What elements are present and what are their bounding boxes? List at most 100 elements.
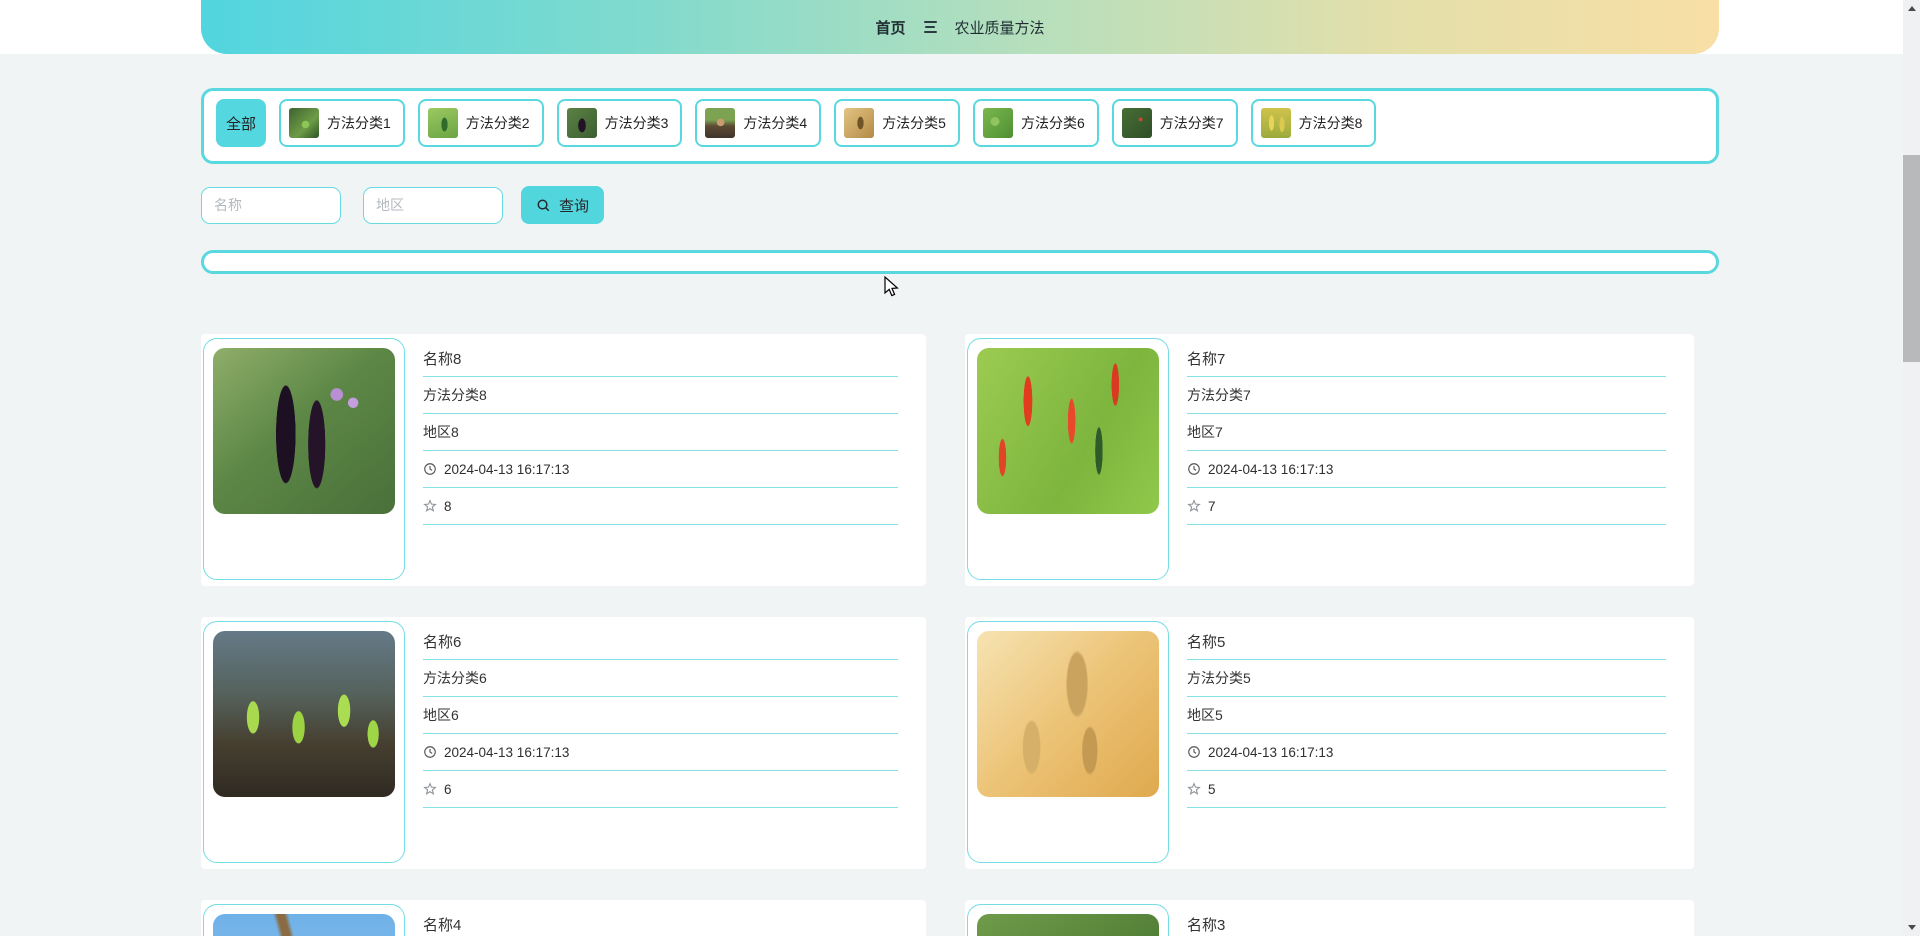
- category-tab-label: 方法分类8: [1298, 115, 1363, 131]
- method-region: 地区8: [423, 424, 459, 440]
- method-stars: 8: [444, 498, 452, 514]
- method-photo: [213, 348, 395, 514]
- method-time: 2024-04-13 16:17:13: [444, 461, 570, 477]
- method-card-info: 名称4 方法分类4 地区4 2024-04-13: [405, 900, 926, 936]
- method-category-row: 方法分类8: [423, 377, 898, 414]
- category-tab-label: 方法分类3: [604, 115, 669, 131]
- category-thumbnail-image: [844, 108, 875, 138]
- clock-icon: [1187, 745, 1201, 759]
- method-card[interactable]: 名称5 方法分类5 地区5 2024-04-13 16:17:13 5: [965, 617, 1694, 869]
- category-thumbnail-image: [1121, 108, 1152, 138]
- category-tab[interactable]: 方法分类8: [1250, 99, 1377, 147]
- method-time-row: 2024-04-13 16:17:13: [1187, 734, 1666, 771]
- page-content: 全部 方法分类1 方法分类2 方法分类3 方法分类4 方法分类5 方法分类6 方…: [201, 88, 1719, 936]
- category-tab-all[interactable]: 全部: [216, 99, 266, 147]
- method-photo: [213, 631, 395, 797]
- category-thumbnail-image: [566, 108, 597, 138]
- method-photo: [977, 348, 1159, 514]
- method-category-row: 方法分类7: [1187, 377, 1666, 414]
- category-tab[interactable]: 方法分类5: [834, 99, 960, 147]
- method-card[interactable]: 名称3 方法分类3 地区3 2024-04-13: [965, 900, 1694, 936]
- category-tab-label: 方法分类6: [1020, 115, 1085, 131]
- method-photo: [977, 631, 1159, 797]
- category-filter-bar: 全部 方法分类1 方法分类2 方法分类3 方法分类4 方法分类5 方法分类6 方…: [201, 88, 1719, 164]
- method-name: 名称5: [1187, 633, 1226, 651]
- method-stars-row: 6: [423, 771, 898, 808]
- category-tab-label: 方法分类5: [882, 115, 946, 131]
- scroll-up-icon[interactable]: [1903, 0, 1920, 17]
- category-tab[interactable]: 方法分类1: [279, 99, 405, 147]
- name-search-input[interactable]: [201, 186, 341, 224]
- method-stars-row: 5: [1187, 771, 1666, 808]
- method-name-row: 名称8: [423, 340, 898, 377]
- method-card-info: 名称8 方法分类8 地区8 2024-04-13 16:17:13 8: [405, 334, 926, 586]
- category-tab-label: 方法分类4: [743, 115, 808, 131]
- collapsed-panel-bar[interactable]: [201, 250, 1719, 274]
- method-card[interactable]: 名称7 方法分类7 地区7 2024-04-13 16:17:13 7: [965, 334, 1694, 586]
- method-card-info: 名称6 方法分类6 地区6 2024-04-13 16:17:13 6: [405, 617, 926, 869]
- method-card[interactable]: 名称4 方法分类4 地区4 2024-04-13: [201, 900, 926, 936]
- scrollbar-thumb[interactable]: [1903, 155, 1920, 362]
- method-region-row: 地区6: [423, 697, 898, 734]
- method-time-row: 2024-04-13 16:17:13: [423, 734, 898, 771]
- category-tab-label: 方法分类2: [465, 115, 530, 131]
- method-region-row: 地区5: [1187, 697, 1666, 734]
- clock-icon: [1187, 462, 1201, 476]
- star-icon: [423, 782, 437, 796]
- method-name-row: 名称3: [1187, 906, 1666, 936]
- method-region: 地区6: [423, 707, 459, 723]
- category-tab[interactable]: 方法分类4: [695, 99, 822, 147]
- method-region: 地区7: [1187, 424, 1223, 440]
- category-thumbnail-image: [705, 108, 736, 138]
- method-category: 方法分类5: [1187, 670, 1251, 686]
- method-photo-frame: [967, 904, 1169, 936]
- query-button[interactable]: 查询: [521, 186, 605, 224]
- category-thumbnail-image: [289, 108, 319, 138]
- method-name-row: 名称5: [1187, 623, 1666, 660]
- method-photo-frame: [967, 338, 1169, 580]
- method-category-row: 方法分类6: [423, 660, 898, 697]
- top-strip: 首页 农业质量方法: [0, 0, 1920, 54]
- nav-item-methods[interactable]: 农业质量方法: [955, 17, 1045, 38]
- method-stars-row: 8: [423, 488, 898, 525]
- method-card-info: 名称7 方法分类7 地区7 2024-04-13 16:17:13 7: [1169, 334, 1694, 586]
- method-time-row: 2024-04-13 16:17:13: [423, 451, 898, 488]
- method-category-row: 方法分类5: [1187, 660, 1666, 697]
- star-icon: [423, 499, 437, 513]
- method-card[interactable]: 名称6 方法分类6 地区6 2024-04-13 16:17:13 6: [201, 617, 926, 869]
- method-region: 地区5: [1187, 707, 1223, 723]
- category-tab[interactable]: 方法分类7: [1111, 99, 1238, 147]
- method-name-row: 名称6: [423, 623, 898, 660]
- method-time-row: 2024-04-13 16:17:13: [1187, 451, 1666, 488]
- method-category: 方法分类8: [423, 387, 487, 403]
- method-name: 名称6: [423, 633, 462, 651]
- method-photo-frame: [203, 621, 405, 863]
- method-card[interactable]: 名称8 方法分类8 地区8 2024-04-13 16:17:13 8: [201, 334, 926, 586]
- method-category: 方法分类7: [1187, 387, 1251, 403]
- category-tab-label: 方法分类1: [327, 115, 391, 131]
- method-time: 2024-04-13 16:17:13: [1208, 744, 1334, 760]
- method-card-info: 名称5 方法分类5 地区5 2024-04-13 16:17:13 5: [1169, 617, 1694, 869]
- method-time: 2024-04-13 16:17:13: [444, 744, 570, 760]
- scroll-down-icon[interactable]: [1903, 919, 1920, 936]
- region-search-input[interactable]: [363, 186, 503, 224]
- category-thumbnail-image: [1260, 108, 1291, 138]
- category-tab[interactable]: 方法分类3: [556, 99, 683, 147]
- method-time: 2024-04-13 16:17:13: [1208, 461, 1334, 477]
- method-name: 名称4: [423, 916, 462, 934]
- category-tab[interactable]: 方法分类6: [972, 99, 1099, 147]
- method-card-grid: 名称8 方法分类8 地区8 2024-04-13 16:17:13 8 名称7 …: [201, 334, 1719, 936]
- category-tab-list: 方法分类1 方法分类2 方法分类3 方法分类4 方法分类5 方法分类6 方法分类…: [279, 99, 1377, 147]
- vertical-scrollbar[interactable]: [1903, 0, 1920, 936]
- method-name: 名称7: [1187, 350, 1226, 368]
- method-region-row: 地区7: [1187, 414, 1666, 451]
- clock-icon: [423, 745, 437, 759]
- method-name: 名称3: [1187, 916, 1226, 934]
- method-photo-frame: [203, 338, 405, 580]
- menu-list-icon: [923, 21, 937, 33]
- category-thumbnail-image: [427, 108, 458, 138]
- method-photo: [213, 914, 395, 936]
- category-tab[interactable]: 方法分类2: [417, 99, 544, 147]
- nav-item-home[interactable]: 首页: [875, 17, 905, 38]
- method-stars: 5: [1208, 781, 1216, 797]
